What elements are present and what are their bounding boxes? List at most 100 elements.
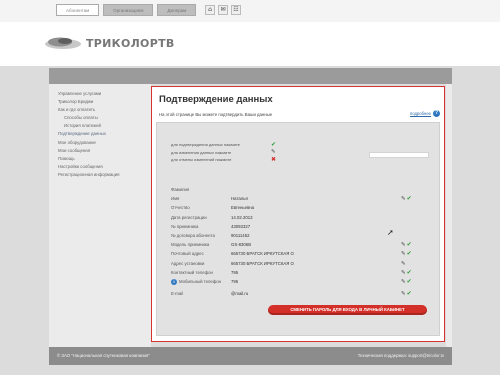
check-icon[interactable]: ✔ (407, 269, 412, 276)
field-value: 14.02.2013 (231, 214, 253, 220)
field-label: № приемника (171, 223, 199, 229)
tab-organizations[interactable]: Организациям (103, 4, 154, 16)
footer-copyright: © ЗАО "Национальная спутниковая компания… (57, 353, 150, 358)
field-row-patronymic: Отчество Евгеньевна (171, 205, 433, 214)
sidebar-item-bridges[interactable]: Триколор Бриджи (49, 98, 151, 106)
legend-row-cancel: для отмены изменений нажмите ✖ (171, 156, 276, 164)
check-icon[interactable]: ✔ (407, 251, 412, 257)
footer: © ЗАО "Национальная спутниковая компания… (49, 347, 452, 365)
field-label: Адрес установки (171, 260, 205, 266)
sidebar-item-data-confirmation[interactable]: Подтверждение данных (49, 130, 151, 138)
page-title: Подтверждение данных (159, 94, 273, 105)
data-panel: для подтверждения данных нажмите ✔ для и… (156, 122, 440, 336)
right-strip (446, 84, 452, 347)
sidebar-item-message-settings[interactable]: Настройки сообщения (49, 163, 151, 171)
check-icon[interactable]: ✔ (407, 196, 412, 202)
mail-icon[interactable]: ✉ (218, 5, 228, 15)
field-actions: ✎ ✔ (401, 278, 412, 285)
legend: для подтверждения данных нажмите ✔ для и… (171, 141, 276, 164)
help-icon[interactable]: ? (433, 110, 440, 117)
sidebar-item-my-messages[interactable]: Мои сообщения (49, 147, 151, 155)
field-row-email: E-mail @mail.ru ✎ ✔ (171, 290, 433, 300)
info-icon[interactable]: i (171, 278, 177, 285)
field-actions: ✎ ✔ (401, 196, 412, 203)
footer-support[interactable]: Техническая поддержка: support@tricolor.… (358, 353, 444, 358)
sidebar-item-how-to-pay[interactable]: Как и где оплатить (49, 106, 151, 114)
subscriber-fields: Фамилия Имя Наталья ✎ ✔ Отчество Евгенье… (171, 187, 433, 300)
field-label: Отчество (171, 205, 190, 211)
field-row-postal-address: Почтовый адрес 665730 БРАТСК ИРКУТСКАЯ О… (171, 251, 433, 260)
pencil-icon[interactable]: ✎ (401, 261, 406, 267)
field-value: Наталья (231, 196, 248, 202)
sidebar-item-registration-info[interactable]: Регистрационная информация (49, 171, 151, 179)
field-label: E-mail (171, 290, 184, 296)
pencil-icon[interactable]: ✎ (401, 196, 406, 202)
field-label-wrap: i Мобильный телефон (171, 278, 231, 285)
field-value: 665730 БРАТСК ИРКУТСКАЯ О (231, 251, 294, 257)
field-row-contact-phone: Контактный телефон 795 ✎ ✔ (171, 269, 433, 279)
pencil-icon[interactable]: ✎ (401, 279, 406, 285)
field-actions: ✎ ✔ (401, 269, 412, 276)
field-label: Мобильный телефон (179, 278, 222, 284)
field-label: Контактный телефон (171, 269, 213, 275)
field-value: 795 (231, 269, 239, 275)
field-row-reg-date: Дата регистрации 14.02.2013 (171, 215, 433, 224)
legend-row-edit: для изменения данных нажмите ✎ (171, 149, 276, 157)
field-value: 665730 БРАТСК ИРКУТСКАЯ О (231, 260, 294, 266)
sidebar-item-services[interactable]: Управление услугами (49, 90, 151, 98)
logo[interactable]: ТРИКОЛОРТВ (44, 36, 175, 50)
check-icon[interactable]: ✔ (407, 242, 412, 248)
legend-row-confirm: для подтверждения данных нажмите ✔ (171, 141, 276, 149)
tab-subscribers[interactable]: Абонентам (56, 4, 100, 16)
menu-bar (49, 68, 452, 84)
field-value: 43093327 (231, 223, 251, 229)
pencil-icon[interactable]: ✎ (401, 270, 406, 276)
field-value: @mail.ru (231, 290, 249, 296)
field-value: 795 (231, 278, 239, 284)
check-icon[interactable]: ✔ (407, 290, 412, 297)
field-label: Имя (171, 196, 180, 202)
mouse-cursor-icon: ➚ (387, 228, 394, 237)
field-actions: ✎ ✔ (401, 290, 412, 297)
field-label: Почтовый адрес (171, 251, 204, 257)
help-link-label[interactable]: подробнее (410, 111, 431, 116)
sitemap-icon[interactable]: ☷ (231, 5, 241, 15)
field-row-install-address: Адрес установки 665730 БРАТСК ИРКУТСКАЯ … (171, 261, 433, 270)
field-value: Евгеньевна (231, 205, 255, 211)
help-link[interactable]: подробнее ? (410, 110, 440, 117)
pencil-icon[interactable]: ✎ (401, 291, 406, 297)
field-row-receiver-model: Модель приемника GS-8306B ✎ ✔ (171, 242, 433, 251)
field-label: Дата регистрации (171, 214, 207, 220)
audience-tabs: Абонентам Организациям Дилерам (56, 4, 200, 16)
change-password-button[interactable]: СМЕНИТЬ ПАРОЛЬ ДЛЯ ВХОДА В ЛИЧНЫЙ КАБИНЕ… (268, 305, 427, 315)
legend-label: для отмены изменений нажмите (171, 157, 232, 163)
field-actions: ✎ (401, 261, 406, 267)
pencil-icon: ✎ (271, 149, 276, 156)
field-actions: ✎ ✔ (401, 251, 412, 258)
pencil-icon[interactable]: ✎ (401, 251, 406, 257)
site-header: ТРИКОЛОРТВ (0, 22, 500, 66)
sidebar: Управление услугами Триколор Бриджи Как … (49, 84, 151, 347)
sidebar-item-help[interactable]: Помощь (49, 155, 151, 163)
panel-input[interactable] (369, 152, 429, 158)
sidebar-item-my-equipment[interactable]: Мое оборудование (49, 139, 151, 147)
cross-icon: ✖ (271, 155, 277, 163)
logo-text: ТРИКОЛОРТВ (86, 36, 175, 50)
field-label: № договора абонента (171, 232, 215, 238)
field-row-surname: Фамилия (171, 187, 433, 196)
field-value: GS-8306B (231, 242, 252, 248)
sidebar-item-payment-methods[interactable]: Способы оплаты (49, 114, 151, 122)
check-icon[interactable]: ✔ (407, 278, 412, 285)
field-label: Модель приемника (171, 242, 210, 248)
top-icons: ⌂ ✉ ☷ (205, 5, 241, 15)
check-icon: ✔ (271, 140, 277, 148)
home-icon[interactable]: ⌂ (205, 5, 215, 15)
sidebar-menu: Управление услугами Триколор Бриджи Как … (49, 84, 151, 179)
sidebar-item-payment-history[interactable]: История платежей (49, 122, 151, 130)
field-row-name: Имя Наталья ✎ ✔ (171, 196, 433, 205)
pencil-icon[interactable]: ✎ (401, 242, 406, 248)
top-bar: Абонентам Организациям Дилерам ⌂ ✉ ☷ (0, 0, 500, 22)
field-value: 90111452 (231, 232, 250, 238)
legend-label: для изменения данных нажмите (171, 149, 232, 155)
tab-dealers[interactable]: Дилерам (157, 4, 197, 16)
